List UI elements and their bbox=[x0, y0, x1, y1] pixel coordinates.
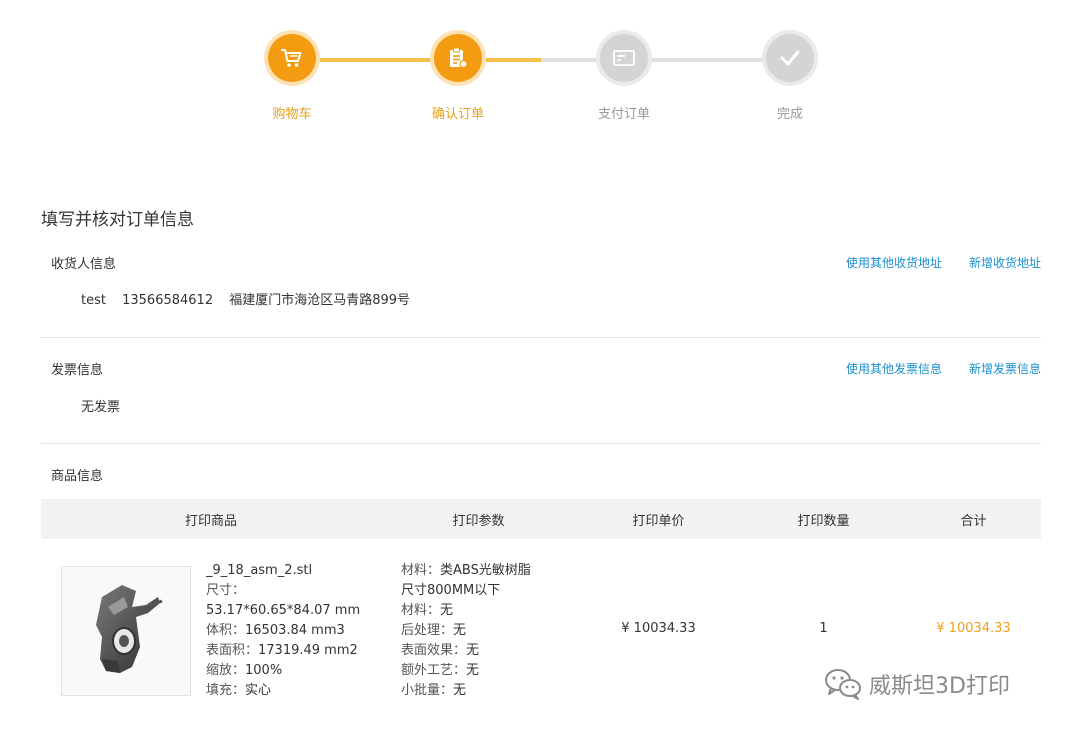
invoice-value: 无发票 bbox=[81, 400, 121, 415]
material2-label: 材料： bbox=[401, 603, 441, 618]
step-label: 购物车 bbox=[272, 107, 312, 122]
goods-table-header: 打印商品 打印参数 打印单价 打印数量 合计 bbox=[41, 499, 1041, 539]
post-process-value: 无 bbox=[453, 623, 467, 638]
product-info: _9_18_asm_2.stl 尺寸： 53.17*60.65*84.07 mm… bbox=[206, 561, 360, 701]
goods-title: 商品信息 bbox=[51, 469, 104, 484]
material-note: 尺寸800MM以下 bbox=[401, 583, 501, 598]
col-header-total: 合计 bbox=[960, 513, 987, 529]
col-header-params: 打印参数 bbox=[452, 513, 505, 529]
print-params: 材料：类ABS光敏树脂 尺寸800MM以下 材料：无 后处理：无 表面效果：无 … bbox=[401, 561, 531, 701]
product-model-image bbox=[96, 585, 163, 673]
surface-value: 无 bbox=[466, 643, 480, 658]
batch-value: 无 bbox=[453, 683, 467, 698]
extra-label: 额外工艺： bbox=[401, 663, 467, 678]
receiver-name: test bbox=[81, 293, 106, 308]
step-pay-order: 支付订单 bbox=[574, 34, 674, 122]
order-icon bbox=[434, 34, 482, 82]
material2-value: 无 bbox=[440, 603, 454, 618]
invoice-title: 发票信息 bbox=[51, 363, 104, 378]
receiver-address-text: 福建厦门市海沧区马青路899号 bbox=[229, 293, 411, 308]
fill-value: 实心 bbox=[245, 683, 272, 698]
surface-label: 表面效果： bbox=[401, 643, 467, 658]
check-icon bbox=[766, 34, 814, 82]
watermark: 威斯坦3D打印 bbox=[823, 667, 1010, 701]
add-address-link[interactable]: 新增收货地址 bbox=[969, 254, 1041, 271]
post-process-label: 后处理： bbox=[401, 623, 454, 638]
product-thumbnail[interactable] bbox=[61, 566, 191, 696]
use-other-invoice-link[interactable]: 使用其他发票信息 bbox=[846, 360, 942, 377]
goods-section: 商品信息 bbox=[41, 465, 1041, 484]
size-label: 尺寸： bbox=[206, 583, 246, 598]
area-value: 17319.49 mm2 bbox=[258, 643, 358, 658]
line-total: ¥ 10034.33 bbox=[936, 621, 1011, 636]
invoice-section: 发票信息 使用其他发票信息 新增发票信息 无发票 bbox=[41, 359, 1041, 415]
material-label: 材料： bbox=[401, 563, 441, 578]
volume-value: 16503.84 mm3 bbox=[245, 623, 345, 638]
checkout-progress: 购物车 确认订单 支付订单 完成 bbox=[0, 0, 1069, 140]
area-label: 表面积： bbox=[206, 643, 259, 658]
step-label: 支付订单 bbox=[597, 107, 650, 122]
size-value: 53.17*60.65*84.07 mm bbox=[206, 603, 361, 618]
unit-price: ¥ 10034.33 bbox=[621, 621, 696, 636]
batch-label: 小批量： bbox=[401, 683, 454, 698]
col-header-unit-price: 打印单价 bbox=[632, 513, 685, 529]
page-title: 填写并核对订单信息 bbox=[41, 210, 194, 230]
receiver-section: 收货人信息 使用其他收货地址 新增收货地址 test 13566584612 福… bbox=[41, 253, 1041, 308]
extra-value: 无 bbox=[466, 663, 480, 678]
material-value: 类ABS光敏树脂 bbox=[440, 563, 531, 578]
cart-icon bbox=[268, 34, 316, 82]
step-confirm-order: 确认订单 bbox=[408, 34, 508, 122]
receiver-phone: 13566584612 bbox=[122, 293, 214, 308]
step-cart: 购物车 bbox=[242, 34, 342, 122]
col-header-quantity: 打印数量 bbox=[797, 513, 850, 529]
watermark-text: 威斯坦3D打印 bbox=[869, 674, 1010, 699]
scale-value: 100% bbox=[245, 663, 283, 678]
fill-label: 填充： bbox=[206, 683, 246, 698]
step-label: 确认订单 bbox=[431, 107, 484, 122]
add-invoice-link[interactable]: 新增发票信息 bbox=[969, 360, 1041, 377]
step-label: 完成 bbox=[776, 107, 803, 122]
volume-label: 体积： bbox=[206, 623, 246, 638]
quantity: 1 bbox=[819, 621, 828, 636]
divider bbox=[41, 337, 1041, 338]
scale-label: 缩放： bbox=[206, 663, 246, 678]
col-header-product: 打印商品 bbox=[184, 513, 237, 529]
divider bbox=[41, 443, 1041, 444]
card-icon bbox=[600, 34, 648, 82]
receiver-address[interactable]: test 13566584612 福建厦门市海沧区马青路899号 bbox=[41, 289, 1041, 308]
step-complete: 完成 bbox=[740, 34, 840, 122]
use-other-address-link[interactable]: 使用其他收货地址 bbox=[846, 254, 942, 271]
wechat-icon bbox=[825, 669, 861, 700]
receiver-title: 收货人信息 bbox=[51, 257, 117, 272]
product-filename[interactable]: _9_18_asm_2.stl bbox=[206, 561, 360, 581]
